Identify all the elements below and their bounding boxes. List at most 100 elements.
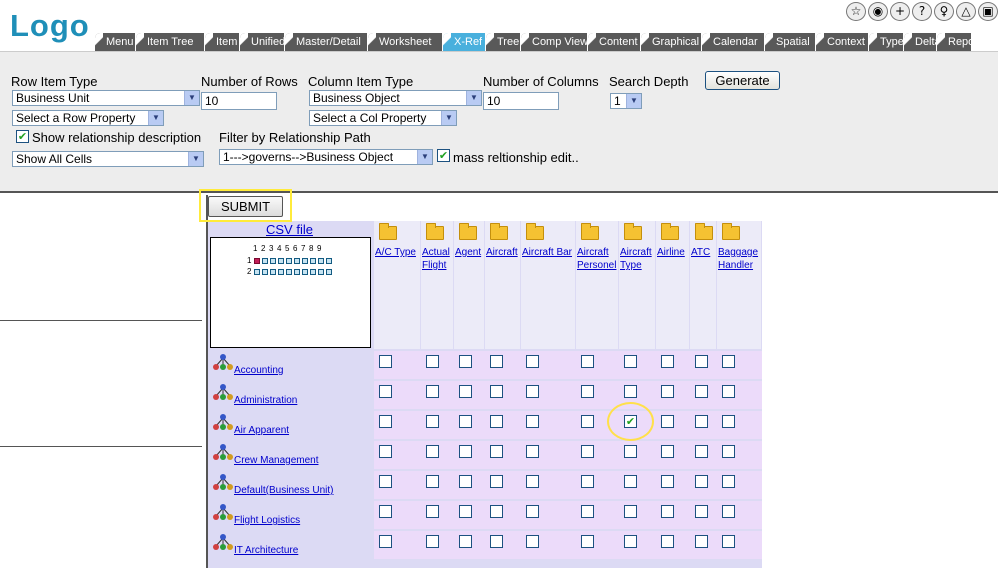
relationship-checkbox[interactable]: [379, 445, 392, 458]
tab-context[interactable]: Context: [816, 33, 868, 51]
tab-worksheet[interactable]: Worksheet: [368, 33, 442, 51]
submit-button[interactable]: SUBMIT: [208, 196, 283, 217]
relationship-checkbox[interactable]: [379, 385, 392, 398]
row-property-select[interactable]: Select a Row Property ▼: [12, 110, 164, 126]
relationship-checkbox[interactable]: [722, 385, 735, 398]
row-link[interactable]: Flight Logistics: [234, 515, 300, 526]
relationship-checkbox[interactable]: [526, 445, 539, 458]
minimap-cell[interactable]: [254, 258, 260, 264]
relationship-checkbox[interactable]: [695, 415, 708, 428]
minimap-cell[interactable]: [302, 258, 308, 264]
relationship-checkbox[interactable]: [581, 445, 594, 458]
column-link[interactable]: ATC: [691, 246, 710, 259]
tab-x-ref[interactable]: X-Ref: [443, 33, 485, 51]
relationship-checkbox[interactable]: [695, 475, 708, 488]
relationship-checkbox[interactable]: [490, 415, 503, 428]
row-link[interactable]: Crew Management: [234, 455, 318, 466]
relationship-checkbox[interactable]: [581, 475, 594, 488]
relationship-checkbox[interactable]: [426, 385, 439, 398]
row-link[interactable]: Administration: [234, 395, 297, 406]
relationship-checkbox[interactable]: [624, 505, 637, 518]
row-link[interactable]: Accounting: [234, 365, 283, 376]
relationship-checkbox[interactable]: [379, 355, 392, 368]
relationship-checkbox[interactable]: [459, 385, 472, 398]
column-link[interactable]: Aircraft Bar: [522, 246, 572, 259]
show-cells-select[interactable]: Show All Cells ▼: [12, 151, 204, 167]
minimap-cell[interactable]: [294, 269, 300, 275]
relationship-checkbox[interactable]: [661, 535, 674, 548]
globe-icon[interactable]: ◉: [868, 2, 888, 21]
tab-menu[interactable]: Menu: [95, 33, 135, 51]
generate-button[interactable]: Generate: [705, 71, 780, 90]
tab-content[interactable]: Content: [588, 33, 640, 51]
relationship-checkbox[interactable]: [661, 505, 674, 518]
column-link[interactable]: Baggage Handler: [718, 246, 758, 272]
relationship-checkbox[interactable]: [426, 415, 439, 428]
relationship-checkbox[interactable]: [490, 445, 503, 458]
col-property-select[interactable]: Select a Col Property ▼: [309, 110, 457, 126]
relationship-checkbox[interactable]: [661, 445, 674, 458]
help-icon[interactable]: ?: [912, 2, 932, 21]
num-cols-input[interactable]: 10: [483, 92, 559, 110]
relationship-checkbox[interactable]: [459, 475, 472, 488]
relationship-checkbox[interactable]: [661, 355, 674, 368]
minimap-cell[interactable]: [262, 269, 268, 275]
relationship-checkbox[interactable]: [379, 475, 392, 488]
star-icon[interactable]: ☆: [846, 2, 866, 21]
column-link[interactable]: Aircraft Type: [620, 246, 652, 272]
csv-file-link[interactable]: CSV file: [266, 222, 313, 237]
tab-item-tree[interactable]: Item Tree: [136, 33, 204, 51]
relationship-checkbox[interactable]: [661, 385, 674, 398]
tab-graphical[interactable]: Graphical: [641, 33, 701, 51]
relationship-checkbox[interactable]: [624, 355, 637, 368]
col-item-type-select[interactable]: Business Object ▼: [309, 90, 482, 106]
relationship-checkbox[interactable]: [661, 415, 674, 428]
relationship-checkbox[interactable]: [526, 385, 539, 398]
column-link[interactable]: Aircraft Personel: [577, 246, 616, 272]
triangle-icon[interactable]: △: [956, 2, 976, 21]
relationship-checkbox[interactable]: [490, 475, 503, 488]
mass-edit-checkbox[interactable]: ✔: [437, 149, 450, 162]
relationship-checkbox[interactable]: [490, 535, 503, 548]
minimap-cell[interactable]: [310, 269, 316, 275]
relationship-checkbox[interactable]: [426, 475, 439, 488]
relationship-checkbox[interactable]: [526, 535, 539, 548]
minimap-cell[interactable]: [294, 258, 300, 264]
relationship-checkbox[interactable]: [490, 355, 503, 368]
minimap-cell[interactable]: [286, 258, 292, 264]
row-item-type-select[interactable]: Business Unit ▼: [12, 90, 200, 106]
num-rows-input[interactable]: 10: [201, 92, 277, 110]
relationship-checkbox[interactable]: [624, 475, 637, 488]
relationship-checkbox[interactable]: [459, 355, 472, 368]
relationship-checkbox[interactable]: [722, 535, 735, 548]
relationship-checkbox[interactable]: [581, 535, 594, 548]
relationship-checkbox[interactable]: [624, 385, 637, 398]
column-link[interactable]: Aircraft: [486, 246, 518, 259]
relationship-checkbox[interactable]: [624, 535, 637, 548]
relationship-checkbox[interactable]: [459, 415, 472, 428]
column-link[interactable]: Airline: [657, 246, 685, 259]
minimap-cell[interactable]: [318, 258, 324, 264]
relationship-checkbox[interactable]: [526, 355, 539, 368]
minimap-cell[interactable]: [254, 269, 260, 275]
bulb-icon[interactable]: ♀: [934, 2, 954, 21]
minimap-cell[interactable]: [270, 269, 276, 275]
tab-repor[interactable]: Repor: [937, 33, 971, 51]
row-link[interactable]: Default(Business Unit): [234, 485, 333, 496]
relationship-checkbox[interactable]: [624, 445, 637, 458]
minimap-cell[interactable]: [326, 269, 332, 275]
relationship-checkbox[interactable]: [581, 415, 594, 428]
relationship-checkbox[interactable]: [490, 505, 503, 518]
minimap-cell[interactable]: [318, 269, 324, 275]
relationship-checkbox[interactable]: [426, 355, 439, 368]
relationship-checkbox[interactable]: [526, 415, 539, 428]
relationship-checkbox[interactable]: [722, 415, 735, 428]
search-depth-select[interactable]: 1 ▼: [610, 93, 642, 109]
relationship-checkbox[interactable]: [722, 505, 735, 518]
minimap-cell[interactable]: [302, 269, 308, 275]
minimap-cell[interactable]: [278, 258, 284, 264]
filter-relationship-select[interactable]: 1--->governs-->Business Object ▼: [219, 149, 433, 165]
relationship-checkbox[interactable]: [426, 445, 439, 458]
plus-icon[interactable]: +: [890, 2, 910, 21]
relationship-checkbox[interactable]: [695, 385, 708, 398]
